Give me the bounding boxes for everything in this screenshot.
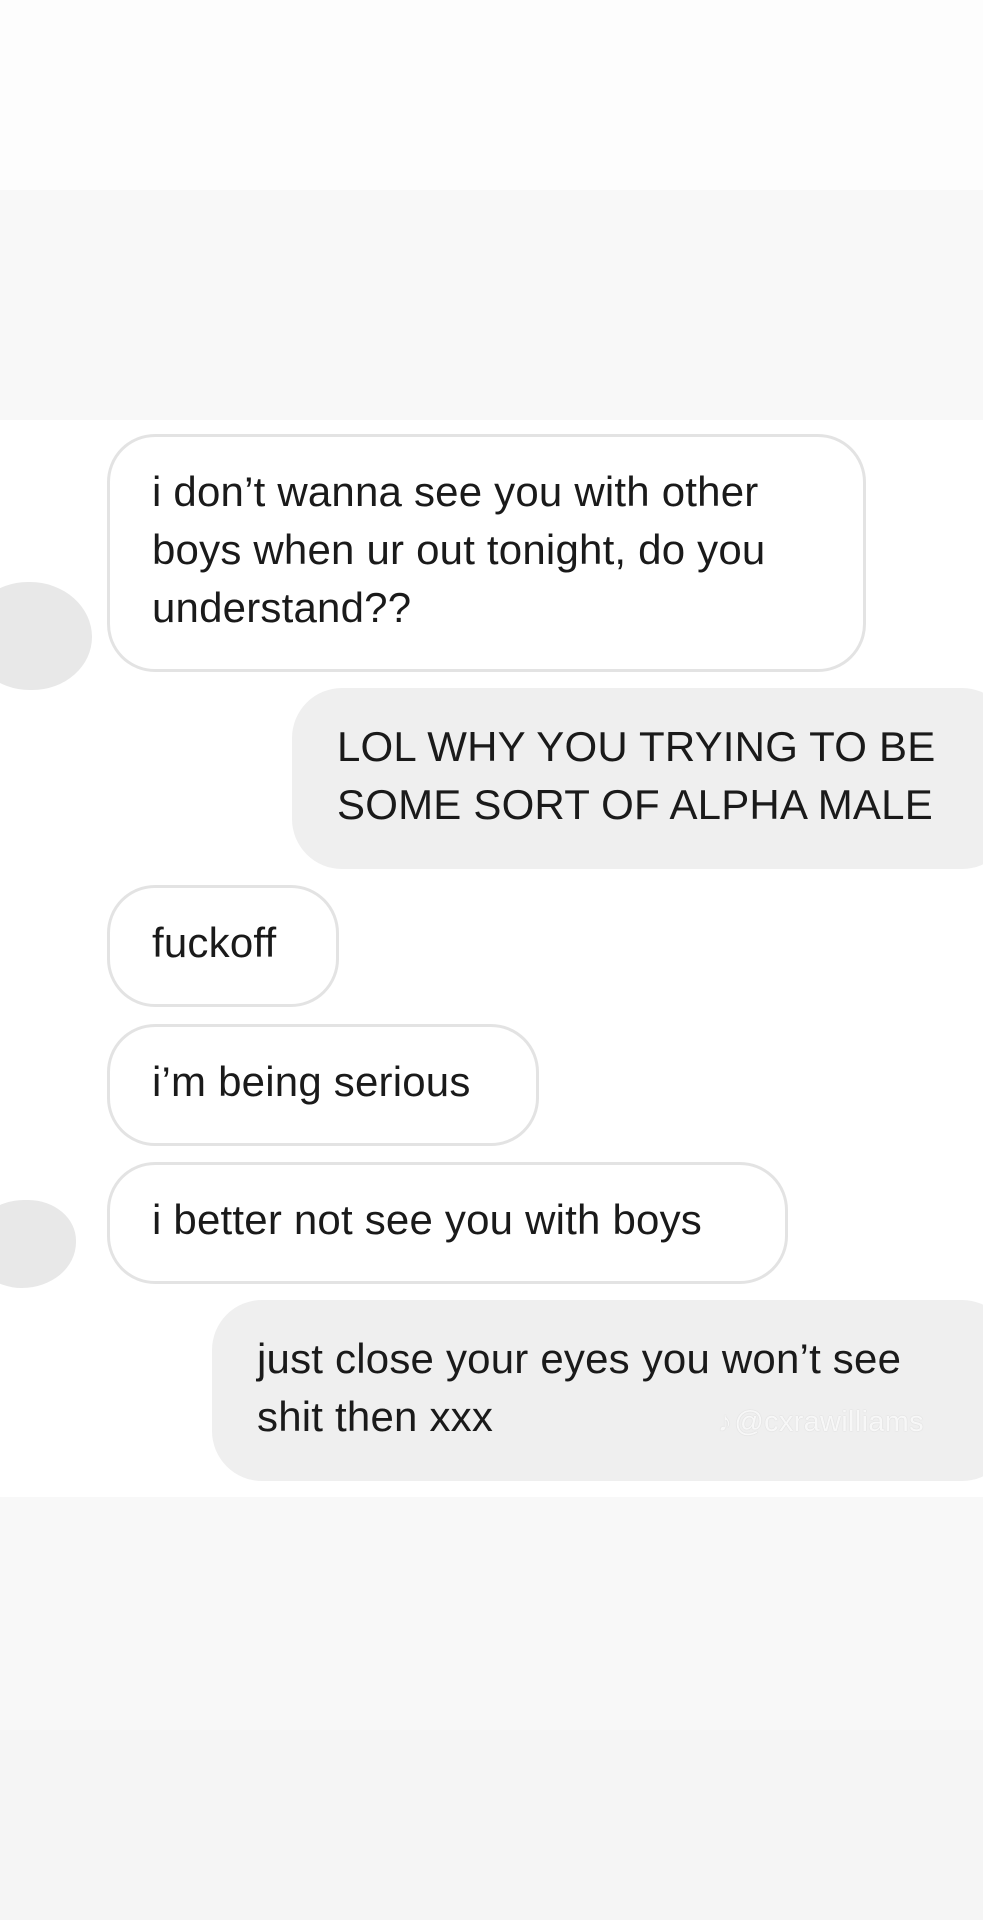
outgoing-message-bubble[interactable]: LOL WHY YOU TRYING TO BE SOME SORT OF AL… — [292, 688, 983, 869]
incoming-message-bubble[interactable]: i better not see you with boys — [107, 1162, 788, 1284]
bottom-blurred-region-lower — [0, 1730, 983, 1920]
bottom-blurred-region — [0, 1497, 983, 1730]
outgoing-message-bubble[interactable]: just close your eyes you won’t see shit … — [212, 1300, 983, 1481]
watermark-handle: @cxrawilliams — [734, 1406, 924, 1438]
tiktok-watermark: ♪@cxrawilliams — [718, 1404, 924, 1440]
top-blurred-region-lower — [0, 190, 983, 420]
incoming-message-bubble[interactable]: i’m being serious — [107, 1024, 539, 1146]
top-blurred-region — [0, 0, 983, 190]
incoming-message-bubble[interactable]: i don’t wanna see you with other boys wh… — [107, 434, 866, 672]
tiktok-note-icon: ♪ — [718, 1406, 733, 1437]
incoming-message-bubble[interactable]: fuckoff — [107, 885, 339, 1007]
